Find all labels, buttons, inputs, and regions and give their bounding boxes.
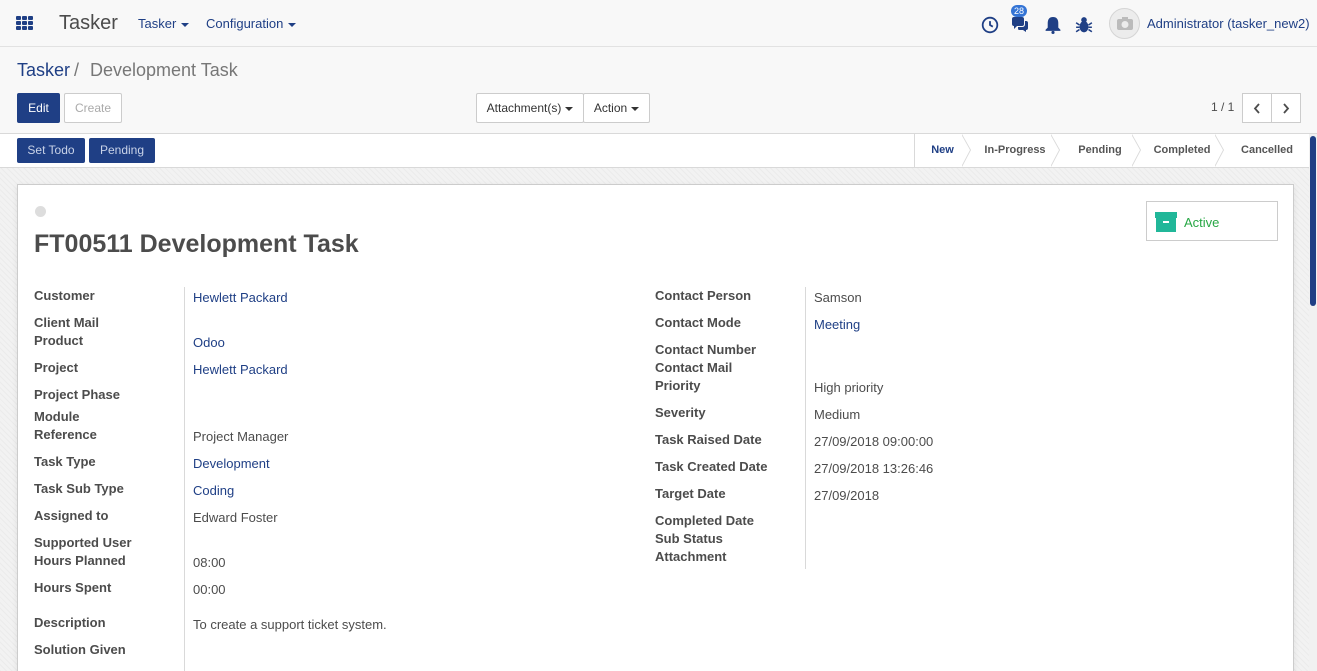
customer-field[interactable]: Hewlett Packard (193, 290, 288, 305)
stage-pending[interactable]: Pending (1060, 134, 1140, 167)
stage-in-progress[interactable]: In-Progress (971, 134, 1059, 167)
field-label-sub-status: Sub Status (655, 531, 723, 546)
messages-count-badge: 28 (1011, 5, 1027, 17)
attachments-label: Attachment(s) (486, 101, 562, 115)
chevron-down-icon (181, 22, 190, 27)
contact-mode-field[interactable]: Meeting (814, 317, 860, 332)
pending-button[interactable]: Pending (89, 138, 155, 163)
menu-configuration-label: Configuration (206, 16, 284, 31)
control-panel: Tasker / Development Task Edit Create At… (0, 47, 1317, 134)
field-label-module: Module (34, 409, 80, 424)
chevron-right-icon (1283, 103, 1290, 114)
field-label-supported-user: Supported User (34, 535, 132, 550)
field-label-customer: Customer (34, 288, 95, 303)
field-label-attachment: Attachment (655, 549, 727, 564)
description-field: To create a support ticket system. (193, 617, 387, 632)
breadcrumb-separator: / (74, 60, 80, 80)
target-date-field: 27/09/2018 (814, 488, 880, 503)
field-label-hours-planned: Hours Planned (34, 553, 126, 568)
create-button[interactable]: Create (64, 93, 122, 123)
chevron-left-icon (1253, 103, 1260, 114)
field-label-contact-number: Contact Number (655, 342, 757, 357)
breadcrumb-root[interactable]: Tasker (17, 60, 70, 81)
field-label-task-raised-date: Task Raised Date (655, 432, 762, 447)
field-label-client-mail: Client Mail (34, 315, 100, 330)
pager-counter[interactable]: 1 / 1 (1211, 100, 1234, 114)
menu-tasker[interactable]: Tasker (138, 16, 190, 31)
top-navbar: Tasker Tasker Configuration 28 Administr… (0, 0, 1317, 47)
field-label-task-type: Task Type (34, 454, 96, 469)
apps-grid-icon[interactable] (16, 16, 33, 31)
field-label-task-sub-type: Task Sub Type (34, 481, 124, 496)
camera-icon (1117, 17, 1133, 30)
edit-button[interactable]: Edit (17, 93, 60, 123)
task-raised-date-field: 27/09/2018 09:00:00 (814, 434, 934, 449)
field-label-contact-mode: Contact Mode (655, 315, 741, 330)
field-label-project: Project (34, 360, 79, 375)
attachments-dropdown[interactable]: Attachment(s) (476, 93, 584, 123)
field-label-solution-given: Solution Given (34, 642, 126, 657)
avatar[interactable] (1109, 8, 1140, 39)
field-label-contact-mail: Contact Mail (655, 360, 733, 375)
statusbar: Set Todo Pending New In-Progress Pending… (0, 134, 1317, 168)
project-field[interactable]: Hewlett Packard (193, 362, 288, 377)
task-created-date-field: 27/09/2018 13:26:46 (814, 461, 934, 476)
column-divider (805, 287, 806, 569)
action-dropdown[interactable]: Action (583, 93, 650, 123)
priority-field: High priority (814, 380, 884, 395)
reference-field: Project Manager (193, 429, 289, 444)
field-label-reference: Reference (34, 427, 97, 442)
hours-planned-field: 08:00 (193, 555, 226, 570)
field-label-completed-date: Completed Date (655, 513, 754, 528)
hours-spent-field: 00:00 (193, 582, 226, 597)
bell-icon[interactable] (1044, 16, 1062, 34)
user-menu[interactable]: Administrator (tasker_new2) (1147, 16, 1310, 31)
contact-person-field: Samson (814, 290, 862, 305)
severity-field: Medium (814, 407, 861, 422)
field-label-task-created-date: Task Created Date (655, 459, 768, 474)
assigned-to-field: Edward Foster (193, 510, 278, 525)
active-toggle-button[interactable]: Active (1146, 201, 1278, 241)
breadcrumb-current: Development Task (90, 60, 238, 80)
field-label-target-date: Target Date (655, 486, 726, 501)
field-label-severity: Severity (655, 405, 706, 420)
app-brand: Tasker (59, 12, 118, 34)
pager-next-button[interactable] (1271, 93, 1301, 123)
chevron-down-icon (565, 106, 574, 111)
action-label: Action (593, 101, 628, 115)
chevron-down-icon (631, 106, 640, 111)
field-label-assigned-to: Assigned to (34, 508, 109, 523)
field-label-project-phase: Project Phase (34, 387, 120, 402)
menu-tasker-label: Tasker (138, 16, 177, 31)
chat-bubbles-icon[interactable] (1011, 16, 1029, 34)
stage-completed[interactable]: Completed (1141, 134, 1223, 167)
form-sheet: FT00511 Development Task Active Customer… (17, 184, 1294, 671)
active-label: Active (1184, 215, 1220, 230)
field-label-contact-person: Contact Person (655, 288, 752, 303)
field-label-product: Product (34, 333, 84, 348)
set-todo-button[interactable]: Set Todo (17, 138, 85, 163)
page-scrollbar-thumb[interactable] (1310, 136, 1316, 306)
pager-previous-button[interactable] (1242, 93, 1272, 123)
clock-icon[interactable] (981, 16, 999, 34)
stage-cancelled[interactable]: Cancelled (1224, 134, 1310, 167)
field-label-priority: Priority (655, 378, 701, 393)
task-sub-type-field[interactable]: Coding (193, 483, 234, 498)
stage-pipeline: New In-Progress Pending Completed Cancel… (914, 134, 1293, 167)
product-field[interactable]: Odoo (193, 335, 225, 350)
field-label-description: Description (34, 615, 106, 630)
bug-icon[interactable] (1075, 16, 1093, 34)
column-divider (184, 287, 185, 671)
archive-icon (1155, 212, 1177, 232)
field-label-hours-spent: Hours Spent (34, 580, 112, 595)
menu-configuration[interactable]: Configuration (206, 16, 297, 31)
chevron-down-icon (288, 22, 297, 27)
task-type-field[interactable]: Development (193, 456, 270, 471)
record-title: FT00511 Development Task (34, 230, 359, 258)
priority-star-icon[interactable] (35, 206, 46, 217)
